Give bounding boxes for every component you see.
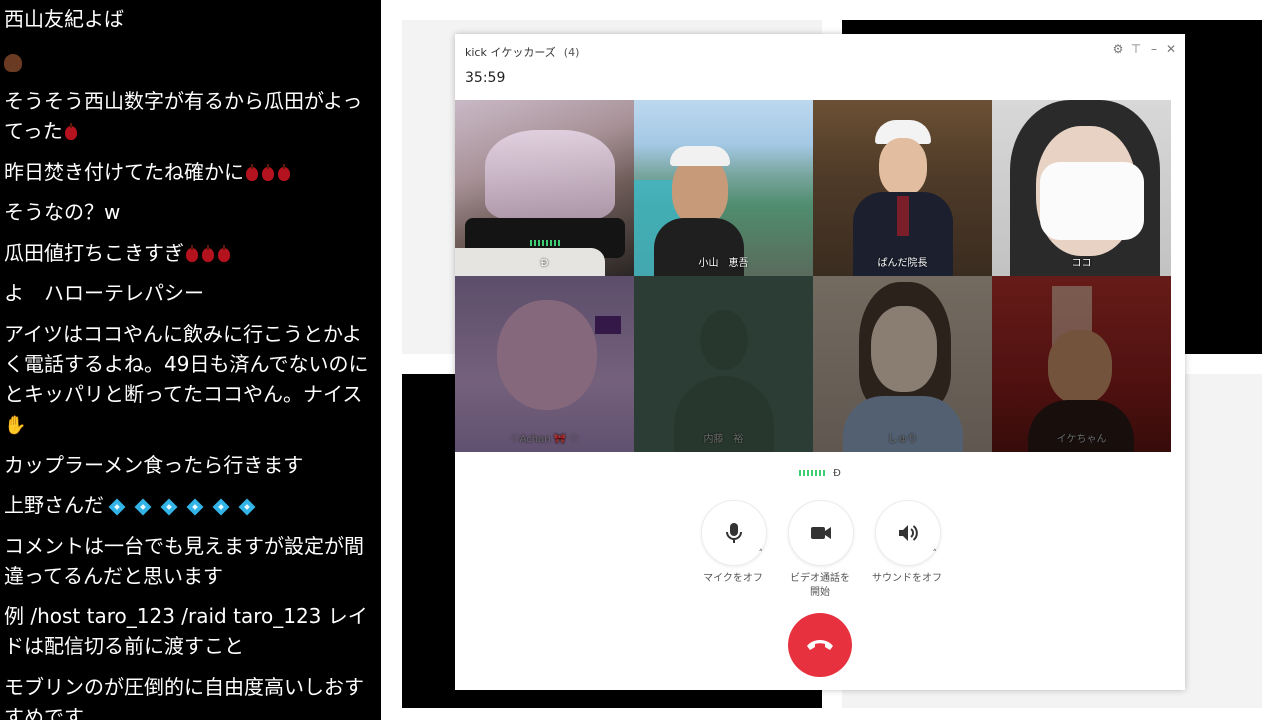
video-label-line2: 開始	[810, 587, 830, 598]
chat-message: モブリンのが圧倒的に自由度高いしおすすめです	[4, 675, 364, 720]
active-speaker-name: Đ	[833, 468, 841, 479]
active-speaker: Đ	[455, 468, 1185, 479]
chat-message	[4, 46, 374, 76]
participant-name: 小山 恵吾	[698, 258, 749, 269]
speaker-icon	[899, 525, 918, 541]
diamond-emoji	[160, 498, 178, 515]
diamond-emoji	[108, 498, 126, 515]
participant-name: ♡Achan 🎀 ♡	[510, 434, 579, 445]
cherry-emoji	[186, 244, 198, 262]
cherry-emoji	[64, 122, 77, 140]
cherry-emoji	[278, 163, 290, 181]
avatar-character	[497, 300, 597, 410]
chat-message: 西山友紀よば	[4, 7, 124, 31]
microphone-icon	[726, 523, 742, 543]
video-label-line1: ビデオ通話を	[790, 573, 850, 584]
hangup-button[interactable]	[788, 613, 852, 677]
hair-bow	[595, 316, 621, 334]
speaking-indicator	[529, 240, 560, 246]
chat-message: よ ハローテレパシー	[4, 281, 204, 305]
face-mask	[1040, 162, 1144, 240]
avatar-emoji	[4, 53, 22, 72]
audio-level-icon	[799, 470, 828, 476]
group-name: kick イケッカーズ	[465, 46, 556, 59]
participant-face	[879, 138, 927, 196]
participant-tile[interactable]: Đ	[455, 100, 634, 276]
cap	[670, 146, 730, 166]
video-camera-icon	[811, 527, 831, 539]
cherry-emoji	[218, 244, 230, 262]
participant-face	[1048, 330, 1112, 404]
chat-message: アイツはココやんに飲みに行こうとかよく電話するよね。49日も済んでないのにとキッ…	[4, 322, 369, 436]
sound-toggle-button[interactable]: ˄	[875, 500, 941, 566]
cherry-emoji	[202, 244, 214, 262]
participant-tile[interactable]: しゅり	[813, 276, 992, 452]
participant-face	[871, 306, 937, 392]
participant-name: イケちゃん	[1056, 434, 1107, 445]
participant-tile[interactable]: ぱんだ院長	[813, 100, 992, 276]
participant-tile[interactable]: 内藤 裕	[634, 276, 813, 452]
pin-icon[interactable]: ⊤	[1129, 42, 1143, 56]
diamond-emoji	[134, 498, 152, 515]
mic-label: マイクをオフ	[703, 573, 763, 584]
diamond-emoji	[186, 498, 204, 515]
participant-name: ココ	[1071, 258, 1092, 269]
cherry-emoji	[246, 163, 258, 181]
tie	[897, 196, 909, 236]
participant-name: Đ	[540, 258, 549, 269]
clapping-hands-emoji: ✋	[4, 414, 27, 436]
chat-message: 昨日焚き付けてたね確かに	[4, 157, 374, 187]
close-icon[interactable]: ✕	[1164, 42, 1178, 56]
chevron-up-icon[interactable]: ˄	[759, 549, 764, 559]
chat-panel: 西山友紀よば そうそう西山数字が有るから瓜田がよってった 昨日焚き付けてたね確か…	[0, 0, 381, 720]
video-label: ビデオ通話を 開始	[772, 572, 868, 600]
participant-name: ぱんだ院長	[877, 258, 928, 269]
call-timer: 35:59	[465, 70, 506, 86]
participant-count: (4)	[563, 46, 580, 59]
participant-tile[interactable]: イケちゃん	[992, 276, 1171, 452]
cherry-emoji	[262, 163, 274, 181]
sound-label: サウンドをオフ	[872, 573, 942, 584]
chevron-up-icon[interactable]: ˄	[933, 549, 938, 559]
mic-toggle-button[interactable]: ˄	[701, 500, 767, 566]
window-title: kick イケッカーズ (4)	[465, 44, 579, 60]
chat-message: 例 /host taro_123 /raid taro_123 レイドは配信切る…	[4, 604, 368, 658]
participant-name: 内藤 裕	[703, 434, 744, 445]
chat-message: 瓜田値打ちこきすぎ	[4, 238, 374, 268]
diamond-emoji	[238, 498, 256, 515]
video-grid: Đ 小山 恵吾 ぱんだ院長 ココ ♡Achan 🎀 ♡ 内藤 裕 しゅり イケち…	[455, 100, 1173, 452]
participant-tile[interactable]: 小山 恵吾	[634, 100, 813, 276]
chat-message: 上野さんだ	[4, 490, 374, 520]
phone-hangup-icon	[807, 640, 833, 650]
chat-message: カップラーメン食ったら行きます	[4, 453, 304, 477]
participant-face	[672, 156, 728, 226]
participant-name: しゅり	[887, 434, 918, 445]
diamond-emoji	[212, 498, 230, 515]
minimize-icon[interactable]: –	[1147, 42, 1161, 56]
gear-icon[interactable]: ⚙	[1111, 42, 1125, 56]
participant-tile[interactable]: ♡Achan 🎀 ♡	[455, 276, 634, 452]
participant-tile[interactable]: ココ	[992, 100, 1171, 276]
avatar-placeholder-head	[700, 310, 748, 370]
call-window: kick イケッカーズ (4) 35:59 ⚙ ⊤ – ✕ Đ 小山 恵吾 ぱんだ…	[455, 34, 1185, 690]
chat-message: そうなの？w	[4, 200, 121, 224]
participant-hair	[485, 130, 615, 220]
chat-message: そうそう西山数字が有るから瓜田がよってった	[4, 89, 363, 143]
chat-message: コメントは一台でも見えますが設定が間違ってるんだと思います	[4, 534, 364, 588]
video-start-button[interactable]	[788, 500, 854, 566]
